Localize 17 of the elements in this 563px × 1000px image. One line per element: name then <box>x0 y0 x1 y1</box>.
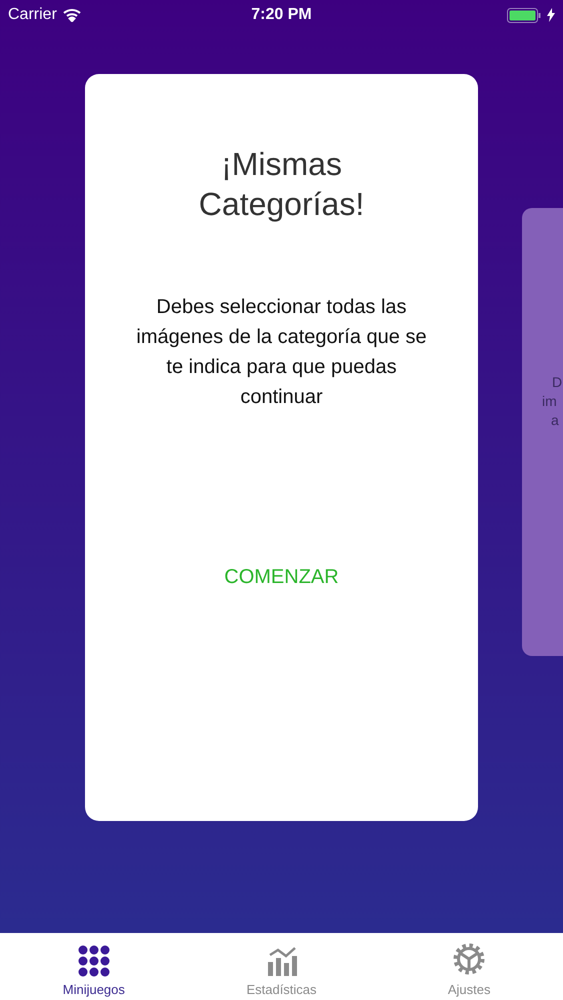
clock: 7:20 PM <box>251 6 312 24</box>
wifi-icon <box>62 8 81 22</box>
settings-icon <box>451 941 488 977</box>
card-text-fragment: a <box>551 411 560 430</box>
carrier-label: Carrier <box>8 6 57 24</box>
start-button[interactable]: COMENZAR <box>220 562 343 593</box>
chart-icon <box>266 945 298 977</box>
tab[interactable]: Minijuegos <box>0 933 188 1000</box>
tab[interactable]: Estadísticas <box>188 933 376 1000</box>
card-text-fragment: D <box>552 373 563 392</box>
card-text-fragment: im <box>542 392 558 411</box>
grid-icon <box>78 945 110 977</box>
tab[interactable]: Ajustes <box>375 933 563 1000</box>
next-card[interactable]: D im a <box>522 208 563 656</box>
battery-icon <box>507 8 541 22</box>
card-title: ¡Mismas Categorías! <box>198 145 366 224</box>
card-description: Debes seleccionar todas las imágenes de la categoría que se te indica para que puedas continuar <box>135 295 428 410</box>
